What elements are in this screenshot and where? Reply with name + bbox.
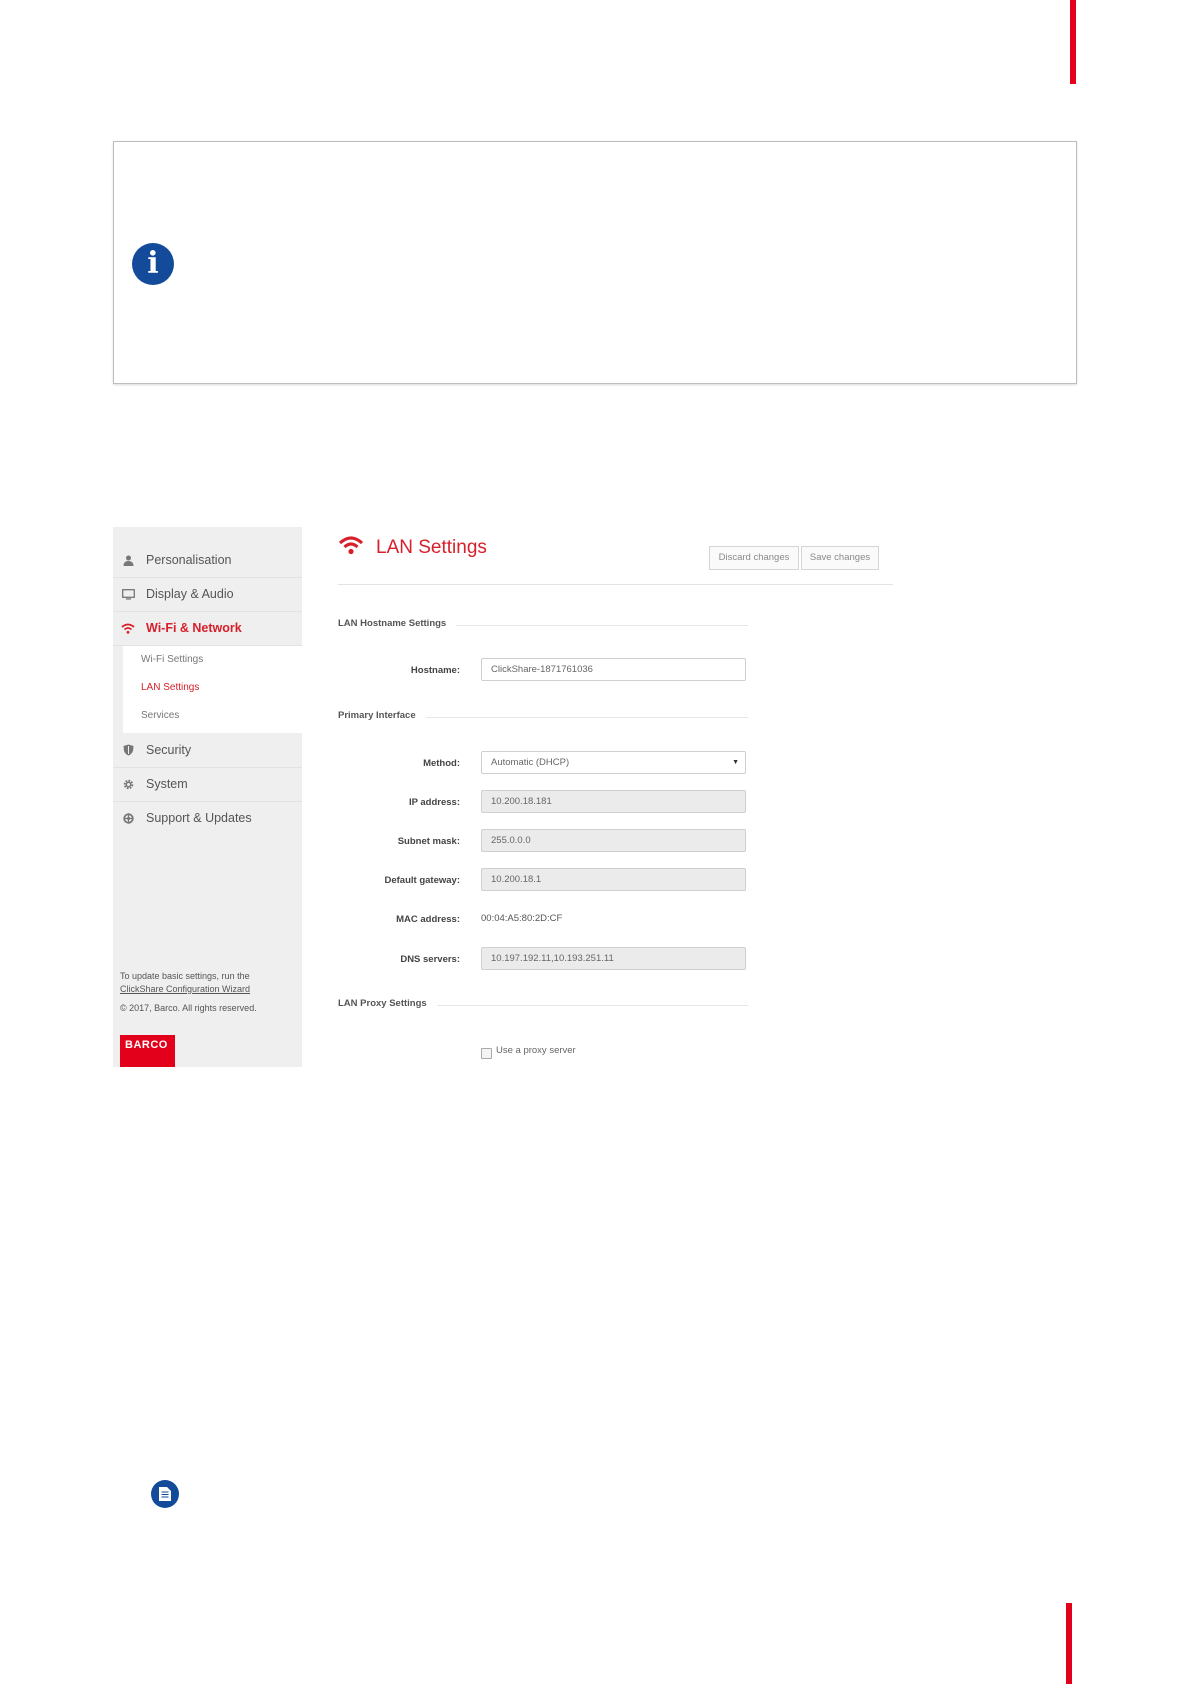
main-panel: LAN Settings Discard changes Save change… [338,527,893,1067]
page-title: LAN Settings [376,537,487,558]
ip-address-label: IP address: [408,797,460,808]
dns-servers-label: DNS servers: [400,954,460,965]
configuration-wizard-link[interactable]: ClickShare Configuration Wizard [120,984,250,994]
sidebar-item-label: Wi-Fi & Network [146,621,242,635]
method-select[interactable]: Automatic (DHCP) ▼ [481,751,746,774]
sidebar-item-label: System [146,777,188,791]
sidebar-item-personalisation[interactable]: Personalisation [113,543,302,578]
sidebar-item-label: Security [146,743,192,757]
webui-screenshot: Personalisation Display & Audio Wi-Fi & … [113,527,893,1067]
sidebar-item-support-updates[interactable]: Support & Updates [113,801,302,835]
subnav-item-services[interactable]: Services [141,707,179,725]
sidebar-item-label: Personalisation [146,553,232,567]
barco-logo: BARCO [120,1035,175,1067]
shield-icon [121,744,135,756]
hostname-input[interactable]: ClickShare-1871761036 [481,658,746,681]
sidebar-item-display-audio[interactable]: Display & Audio [113,577,302,612]
mac-address-label: MAC address: [396,914,460,925]
subnet-mask-field: 255.0.0.0 [481,829,746,852]
sidebar-item-security[interactable]: Security [113,733,302,768]
default-gateway-field: 10.200.18.1 [481,868,746,891]
sidebar-item-label: Display & Audio [146,587,234,601]
method-label: Method: [423,758,460,769]
method-select-value: Automatic (DHCP) [491,757,570,768]
wifi-icon [338,535,364,560]
save-changes-button[interactable]: Save changes [801,546,879,570]
document-icon [151,1480,179,1508]
user-icon [121,555,135,566]
hostname-label: Hostname: [410,665,460,676]
use-proxy-checkbox[interactable] [481,1048,492,1059]
wifi-icon [121,623,135,634]
gear-icon [121,779,135,790]
default-gateway-label: Default gateway: [384,875,461,886]
subnet-mask-label: Subnet mask: [397,836,460,847]
sidebar: Personalisation Display & Audio Wi-Fi & … [113,527,302,1067]
header-divider [338,584,893,585]
footer-text: To update basic settings, run the [120,971,250,981]
subnav-item-wifi-settings[interactable]: Wi-Fi Settings [141,651,203,669]
chevron-down-icon: ▼ [732,759,739,766]
section-heading-proxy: LAN Proxy Settings [338,998,437,1009]
page-edge-marker-top [1070,0,1076,84]
logo-text: BARCO [125,1039,168,1051]
dns-servers-field: 10.197.192.11,10.193.251.11 [481,947,746,970]
sidebar-item-system[interactable]: System [113,767,302,802]
sidebar-footer: To update basic settings, run the ClickS… [120,970,257,1015]
subnav-item-lan-settings[interactable]: LAN Settings [141,679,199,697]
copyright-text: © 2017, Barco. All rights reserved. [120,1003,257,1013]
sidebar-subnav: Wi-Fi Settings LAN Settings Services [123,646,302,733]
section-heading-primary-interface: Primary Interface [338,710,426,721]
info-icon: i [132,243,174,285]
sidebar-item-label: Support & Updates [146,811,252,825]
ip-address-field: 10.200.18.181 [481,790,746,813]
section-heading-hostname: LAN Hostname Settings [338,618,457,629]
discard-changes-button[interactable]: Discard changes [709,546,799,570]
info-callout: i [113,141,1077,384]
sidebar-item-wifi-network[interactable]: Wi-Fi & Network [113,611,302,646]
mac-address-value: 00:04:A5:80:2D:CF [481,913,563,924]
use-proxy-label[interactable]: Use a proxy server [496,1045,576,1056]
lifebuoy-icon [121,812,135,824]
page-edge-marker-bottom [1066,1603,1072,1684]
monitor-icon [121,588,135,600]
